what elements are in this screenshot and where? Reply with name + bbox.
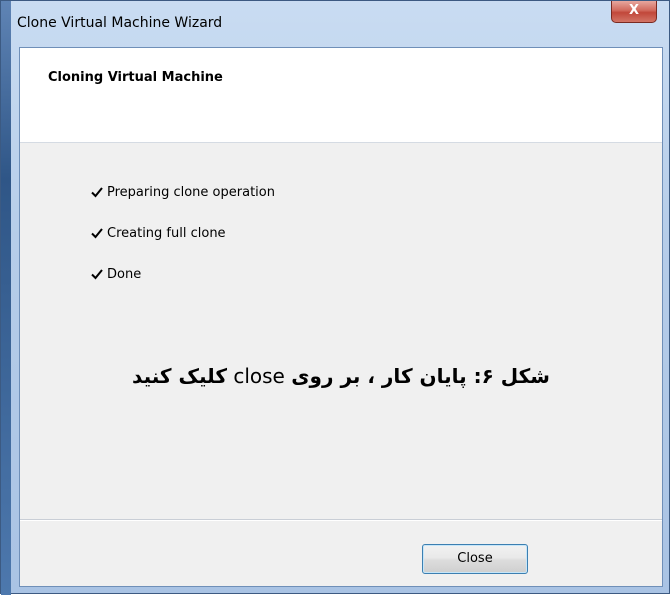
caption-part-3: کلیک کنید bbox=[132, 364, 227, 388]
window-title: Clone Virtual Machine Wizard bbox=[17, 15, 223, 31]
window-close-button[interactable]: X bbox=[611, 1, 657, 23]
check-icon bbox=[91, 228, 103, 239]
close-button[interactable]: Close bbox=[422, 544, 528, 574]
wizard-body: Cloning Virtual Machine Preparing clone … bbox=[19, 47, 663, 587]
check-icon bbox=[91, 269, 103, 280]
check-icon bbox=[91, 187, 103, 198]
step-label: Preparing clone operation bbox=[107, 185, 275, 200]
step-label: Done bbox=[107, 267, 142, 282]
title-bar[interactable]: Clone Virtual Machine Wizard X bbox=[11, 1, 669, 47]
window-left-edge bbox=[1, 1, 11, 595]
wizard-header: Cloning Virtual Machine bbox=[20, 48, 662, 143]
step-label: Creating full clone bbox=[107, 226, 226, 241]
wizard-window: Clone Virtual Machine Wizard X Cloning V… bbox=[0, 0, 670, 595]
close-icon: X bbox=[628, 3, 640, 18]
figure-caption: شکل ۶: پایان کار ، بر روی close کلیک کنی… bbox=[20, 364, 662, 388]
caption-part-1: شکل ۶: پایان کار ، بر روی bbox=[291, 364, 550, 388]
page-title: Cloning Virtual Machine bbox=[48, 70, 223, 85]
footer-divider bbox=[20, 519, 662, 521]
caption-part-2: close bbox=[233, 364, 285, 388]
